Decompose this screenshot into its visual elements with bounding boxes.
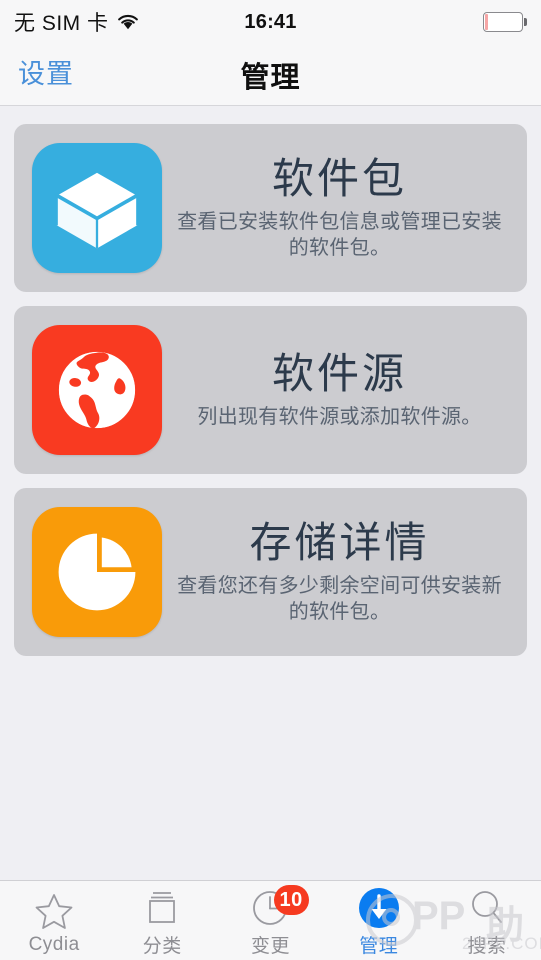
tab-changes-label: 变更 <box>251 936 291 957</box>
tab-bar: Cydia 分类 10 变更 管理 搜索 <box>0 880 541 960</box>
phone-screen: 无 SIM 卡 16:41 设置 管理 软件包 查看已安装软件包信息或管理已安装… <box>0 0 541 960</box>
tab-manage-label: 管理 <box>359 936 399 957</box>
changes-badge: 10 <box>273 885 309 915</box>
download-circle-icon <box>356 887 402 929</box>
navigation-bar: 设置 管理 <box>0 44 541 106</box>
card-packages[interactable]: 软件包 查看已安装软件包信息或管理已安装的软件包。 <box>14 124 527 292</box>
card-packages-text: 软件包 查看已安装软件包信息或管理已安装的软件包。 <box>162 155 511 262</box>
page-title: 管理 <box>240 61 301 94</box>
status-bar-left: 无 SIM 卡 <box>14 7 140 37</box>
carrier-label: 无 SIM 卡 <box>14 12 109 35</box>
stack-icon <box>139 887 185 929</box>
card-packages-title: 软件包 <box>271 154 407 202</box>
card-sources-text: 软件源 列出现有软件源或添加软件源。 <box>162 350 511 430</box>
status-bar: 无 SIM 卡 16:41 <box>0 0 541 44</box>
pie-chart-storage-icon <box>32 507 162 637</box>
tab-manage[interactable]: 管理 <box>325 881 433 960</box>
main-content: 软件包 查看已安装软件包信息或管理已安装的软件包。 软件源 列出现有软件源或添加… <box>0 106 541 880</box>
package-box-icon <box>32 143 162 273</box>
card-storage-text: 存储详情 查看您还有多少剩余空间可供安装新的软件包。 <box>162 519 511 626</box>
battery-cap <box>524 18 527 26</box>
tab-cydia[interactable]: Cydia <box>0 881 108 960</box>
tab-categories-label: 分类 <box>142 936 182 957</box>
card-sources[interactable]: 软件源 列出现有软件源或添加软件源。 <box>14 306 527 474</box>
battery-icon <box>483 12 527 33</box>
card-packages-desc: 查看已安装软件包信息或管理已安装的软件包。 <box>177 210 502 260</box>
tab-categories[interactable]: 分类 <box>108 881 216 960</box>
card-sources-desc: 列出现有软件源或添加软件源。 <box>197 405 482 428</box>
wifi-icon <box>116 13 140 31</box>
tab-cydia-label: Cydia <box>28 933 80 955</box>
back-button-settings[interactable]: 设置 <box>18 61 74 88</box>
card-storage[interactable]: 存储详情 查看您还有多少剩余空间可供安装新的软件包。 <box>14 488 527 656</box>
clock-icon: 10 <box>248 885 309 929</box>
tab-search-label: 搜索 <box>467 936 507 957</box>
battery-body <box>483 12 523 32</box>
card-sources-title: 软件源 <box>271 349 407 397</box>
tab-search[interactable]: 搜索 <box>433 881 541 960</box>
card-storage-title: 存储详情 <box>249 518 430 566</box>
globe-sources-icon <box>32 325 162 455</box>
card-storage-desc: 查看您还有多少剩余空间可供安装新的软件包。 <box>177 574 502 624</box>
tab-changes[interactable]: 10 变更 <box>216 881 324 960</box>
battery-fill <box>485 14 488 30</box>
star-icon <box>31 890 77 932</box>
search-icon <box>464 887 510 929</box>
